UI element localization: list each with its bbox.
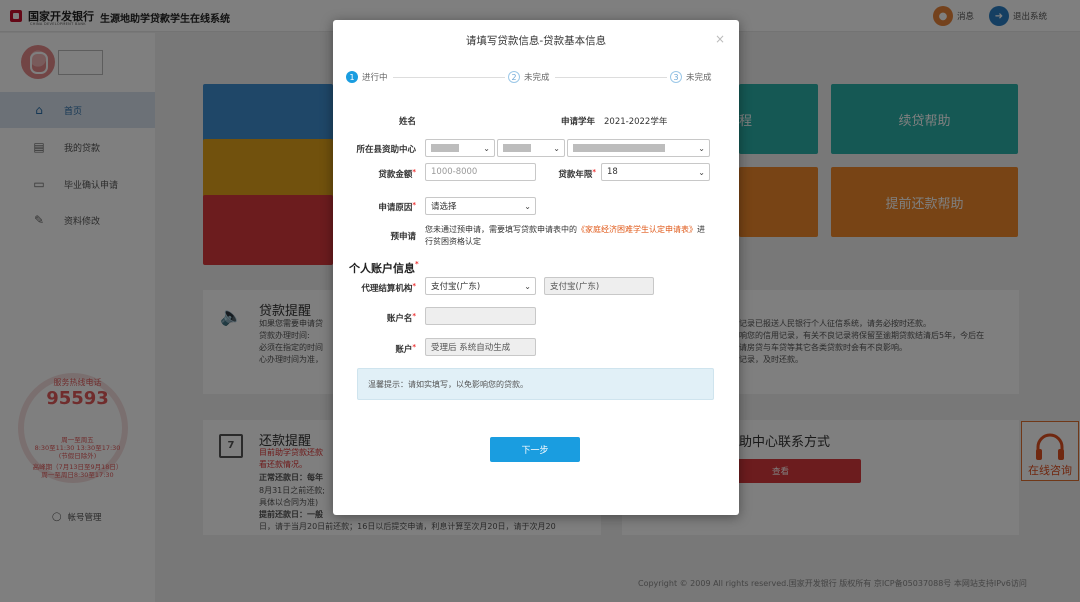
step-connector [393,77,505,78]
step-label: 未完成 [686,73,712,83]
chevron-down-icon: ⌄ [553,144,560,153]
next-button[interactable]: 下一步 [490,437,580,462]
center-label: 所在县资助中心 [356,145,416,155]
amount-label-text: 贷款金额 [378,170,413,180]
step-2: 2 未完成 [508,71,550,83]
section-title: 个人账户信息* [349,260,419,276]
term-label-text: 贷款年限 [558,170,593,180]
chevron-down-icon: ⌄ [698,144,705,153]
agency-select[interactable]: 支付宝(广东) ⌄ [425,277,536,295]
step-label: 进行中 [362,73,388,83]
chevron-down-icon: ⌄ [698,168,705,177]
step-number: 2 [508,71,520,83]
step-connector [555,77,667,78]
required-mark: * [412,312,416,320]
step-number: 1 [346,71,358,83]
city-select[interactable]: ⌄ [497,139,565,157]
account-label: 账户* [353,343,416,355]
agency-value: 支付宝(广东) [431,282,481,292]
loan-info-modal: 请填写贷款信息-贷款基本信息 × 1 进行中 2 未完成 3 未完成 姓名 申请… [333,20,739,515]
agency-label: 代理结算机构* [347,282,416,294]
agency-display: 支付宝(广东) [544,277,654,295]
section-title-text: 个人账户信息 [349,262,415,275]
modal-title: 请填写贷款信息-贷款基本信息 [465,35,607,47]
chevron-down-icon: ⌄ [524,282,531,291]
term-select[interactable]: 18 ⌄ [601,163,710,181]
amount-label: 贷款金额* [353,168,416,180]
pre-text: 您未通过预申请，需要填写贷款申请表中的 [425,225,577,234]
account-input: 受理后 系统自动生成 [425,338,536,356]
reason-label-text: 申请原因 [378,203,413,213]
tip-box: 温馨提示：请如实填写，以免影响您的贷款。 [357,368,714,400]
year-label: 申请学年 [560,117,595,127]
pre-application-note: 您未通过预申请，需要填写贷款申请表中的《家庭经济困难学生认定申请表》进行贫困资格… [425,224,710,248]
step-number: 3 [670,71,682,83]
county-select[interactable]: ⌄ [567,139,710,157]
agency-label-text: 代理结算机构 [361,284,413,294]
required-mark: * [592,168,596,176]
account-name-label: 账户名* [353,312,416,324]
reason-value: 请选择 [431,202,457,212]
required-mark: * [412,282,416,290]
amount-input[interactable]: 1000-8000 [425,163,536,181]
reason-label: 申请原因* [353,201,416,213]
year-value: 2021-2022学年 [604,117,668,127]
step-3: 3 未完成 [670,71,712,83]
close-icon[interactable]: × [715,32,725,46]
required-mark: * [415,260,419,268]
term-label: 贷款年限* [538,168,596,180]
name-label: 姓名 [398,117,416,127]
required-mark: * [412,168,416,176]
term-value: 18 [607,167,618,177]
required-mark: * [412,201,416,209]
account-name-input [425,307,536,325]
chevron-down-icon: ⌄ [483,144,490,153]
reason-select[interactable]: 请选择 ⌄ [425,197,536,215]
step-1: 1 进行中 [346,71,388,83]
application-form-link[interactable]: 《家庭经济困难学生认定申请表》 [577,225,697,234]
province-select[interactable]: ⌄ [425,139,495,157]
account-label-text: 账户 [395,345,413,355]
account-name-label-text: 账户名 [386,314,413,324]
chevron-down-icon: ⌄ [524,202,531,211]
pre-application-label: 预申请 [390,232,416,242]
required-mark: * [412,343,416,351]
step-label: 未完成 [524,73,550,83]
